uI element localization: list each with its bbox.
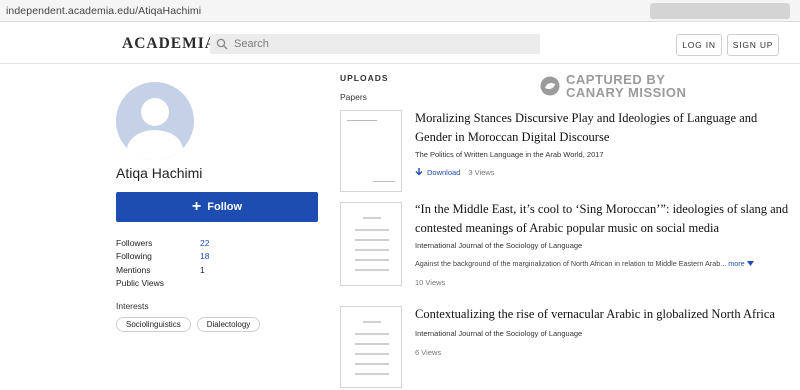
stat-public-views: Public Views [116, 277, 209, 291]
download-link[interactable]: Download [415, 168, 460, 177]
follow-button[interactable]: + Follow [116, 192, 318, 222]
stat-label: Following [116, 251, 152, 262]
abstract-text: Against the background of the marginaliz… [415, 259, 727, 268]
interests-title: Interests [116, 301, 149, 311]
interest-chip[interactable]: Sociolinguistics [116, 317, 191, 332]
more-link[interactable]: more [728, 259, 754, 268]
paper-views: 3 Views [468, 168, 495, 177]
browser-address-bar[interactable]: independent.academia.edu/AtiqaHachimi [0, 0, 800, 22]
paper-title[interactable]: “In the Middle East, it’s cool to ‘Sing … [415, 200, 795, 238]
paper-thumbnail[interactable] [340, 110, 402, 192]
follow-label: Follow [207, 201, 243, 213]
paper-views: 6 Views [415, 348, 442, 357]
stat-followers[interactable]: Followers 22 [116, 236, 209, 250]
interests-list: Sociolinguistics Dialectology [116, 317, 261, 332]
stat-following[interactable]: Following 18 [116, 250, 209, 264]
academia-logo[interactable]: ACADEMIA [122, 35, 217, 53]
paper-views: 10 Views [415, 278, 446, 287]
stat-label: Followers [116, 237, 153, 248]
profile-name: Atiqa Hachimi [116, 165, 203, 181]
paper-thumbnail[interactable] [340, 202, 402, 286]
download-label: Download [427, 168, 461, 177]
stat-value[interactable]: 18 [200, 251, 209, 261]
url-text[interactable]: independent.academia.edu/AtiqaHachimi [6, 5, 201, 17]
canary-mission-watermark: CAPTURED BY CANARY MISSION [540, 73, 686, 99]
caret-down-icon [746, 261, 754, 266]
avatar-head-shape [141, 98, 169, 126]
paper-title[interactable]: Moralizing Stances Discursive Play and I… [415, 109, 795, 147]
uploads-heading: UPLOADS [340, 73, 389, 83]
watermark-line2: CANARY MISSION [566, 85, 687, 100]
profile-stats: Followers 22 Following 18 Mentions 1 Pub… [116, 236, 209, 290]
paper-meta: 10 Views [415, 278, 445, 287]
paper-abstract: Against the background of the marginaliz… [415, 259, 754, 268]
avatar [116, 82, 194, 160]
stat-mentions: Mentions 1 [116, 263, 209, 277]
login-button[interactable]: LOG IN [676, 34, 722, 56]
redacted-toolbar-area [650, 3, 790, 19]
stat-label: Public Views [116, 278, 165, 289]
search-input[interactable] [234, 38, 524, 50]
paper-meta: Download 3 Views [415, 168, 495, 177]
avatar-body-shape [127, 130, 183, 160]
search-bar[interactable] [210, 34, 540, 54]
signup-button[interactable]: SIGN UP [727, 34, 779, 56]
plus-icon: + [191, 198, 202, 215]
paper-journal: International Journal of the Sociology o… [415, 329, 583, 338]
download-icon [415, 168, 423, 176]
papers-subheading: Papers [340, 92, 367, 102]
canary-bird-icon [540, 76, 560, 96]
search-icon [216, 38, 228, 50]
more-label: more [728, 259, 745, 268]
paper-meta: 6 Views [415, 348, 441, 357]
paper-journal: The Politics of Written Language in the … [415, 150, 604, 159]
stat-value: 1 [200, 264, 205, 275]
paper-journal: International Journal of the Sociology o… [415, 241, 583, 250]
paper-title[interactable]: Contextualizing the rise of vernacular A… [415, 305, 795, 324]
paper-thumbnail[interactable] [340, 306, 402, 388]
watermark-text: CAPTURED BY CANARY MISSION [566, 73, 686, 99]
stat-label: Mentions [116, 264, 151, 275]
interest-chip[interactable]: Dialectology [196, 317, 261, 332]
site-header: ACADEMIA LOG IN SIGN UP [0, 22, 800, 64]
stat-value[interactable]: 22 [200, 238, 209, 248]
